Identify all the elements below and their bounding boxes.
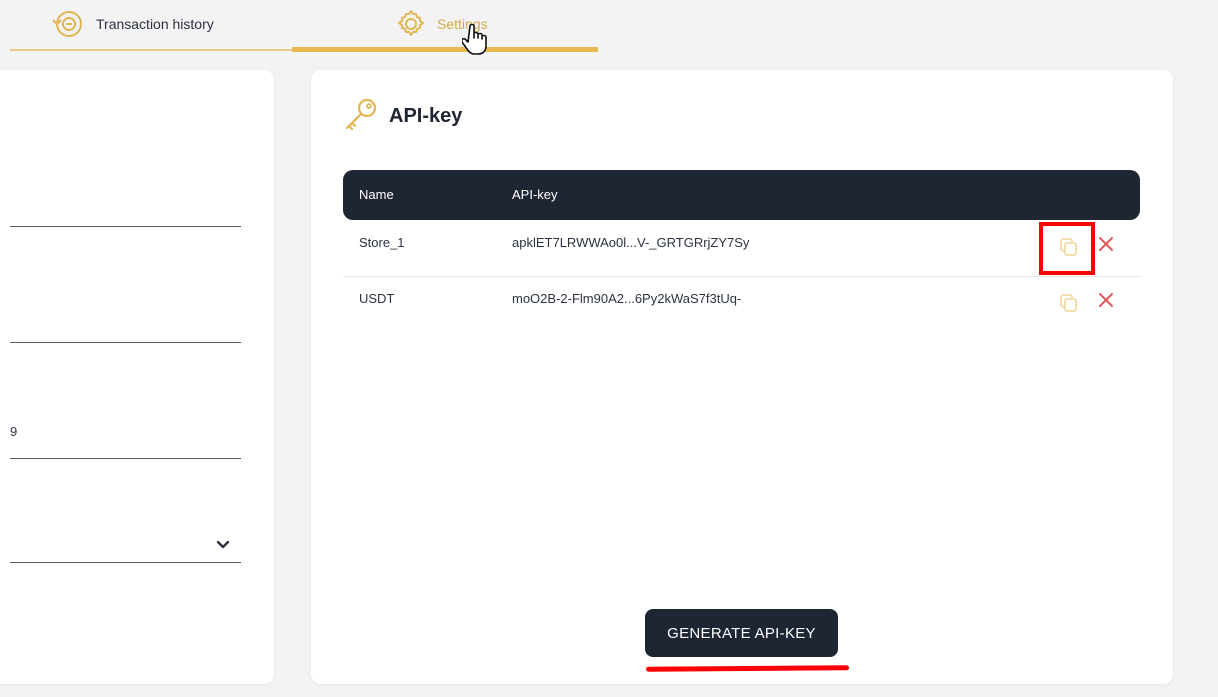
gear-icon xyxy=(395,8,427,40)
annotation-highlight-box xyxy=(1039,222,1095,275)
chevron-down-icon[interactable] xyxy=(214,535,232,558)
column-header-api-key: API-key xyxy=(512,187,558,202)
hand-cursor-icon xyxy=(460,22,496,63)
row-name: Store_1 xyxy=(359,235,405,250)
transaction-history-icon xyxy=(52,7,86,41)
account-form-card xyxy=(0,70,274,684)
api-key-card xyxy=(311,70,1173,684)
table-row: Store_1 apklET7LRWWAo0l...V-_GRTGRrjZY7S… xyxy=(343,220,1140,277)
table-header: Name API-key xyxy=(343,170,1140,220)
row-name: USDT xyxy=(359,291,395,306)
tab-bar: Transaction history Settings xyxy=(0,0,1218,60)
copy-icon[interactable] xyxy=(1059,293,1079,316)
tab-label: Transaction history xyxy=(96,16,214,32)
form-field[interactable] xyxy=(10,458,241,459)
tab-underline xyxy=(10,49,293,51)
row-api-key: apklET7LRWWAo0l...V-_GRTGRrjZY7Sy xyxy=(512,235,750,250)
form-field-value: 9 xyxy=(10,424,18,439)
form-field[interactable] xyxy=(10,342,241,343)
close-icon[interactable] xyxy=(1097,235,1115,256)
tab-active-indicator xyxy=(292,47,598,52)
table-row: USDT moO2B-2-Flm90A2...6Py2kWaS7f3tUq- xyxy=(343,276,1140,332)
row-api-key: moO2B-2-Flm90A2...6Py2kWaS7f3tUq- xyxy=(512,291,742,306)
key-icon xyxy=(343,96,379,137)
tab-transaction-history[interactable]: Transaction history xyxy=(52,6,214,42)
card-title: API-key xyxy=(389,105,463,127)
generate-api-key-button[interactable]: GENERATE API-KEY xyxy=(645,609,838,657)
close-icon[interactable] xyxy=(1097,291,1115,312)
form-field[interactable] xyxy=(10,226,241,227)
card-header: API-key xyxy=(343,96,462,137)
column-header-name: Name xyxy=(359,187,394,202)
form-select[interactable] xyxy=(10,562,241,563)
